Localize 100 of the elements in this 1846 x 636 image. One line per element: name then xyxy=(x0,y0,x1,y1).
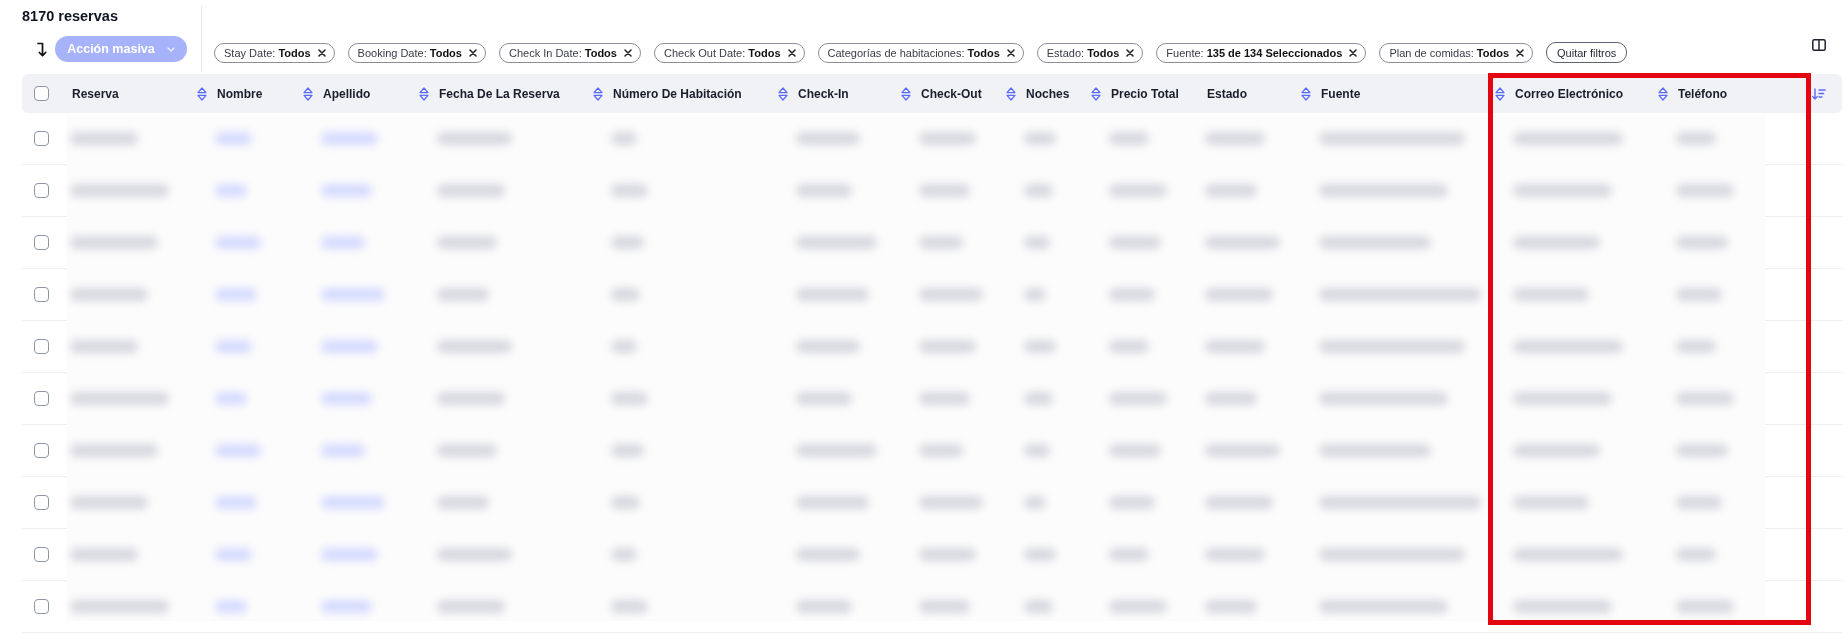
blurred-text xyxy=(437,392,505,405)
sort-list-icon[interactable] xyxy=(1812,87,1826,100)
row-checkbox[interactable] xyxy=(34,495,49,510)
close-icon[interactable] xyxy=(1349,48,1358,57)
blurred-text xyxy=(796,600,852,613)
column-header[interactable]: Número De Habitación xyxy=(613,74,798,113)
blurred-text xyxy=(215,132,252,145)
blurred-text xyxy=(611,132,637,145)
blurred-text xyxy=(1676,600,1734,613)
blurred-text xyxy=(215,236,261,249)
blurred-text xyxy=(437,444,497,457)
blurred-text xyxy=(611,340,637,353)
blurred-text xyxy=(1024,132,1056,145)
sort-icon[interactable] xyxy=(1301,86,1311,101)
blurred-text xyxy=(796,184,852,197)
blurred-text xyxy=(215,392,247,405)
close-icon[interactable] xyxy=(317,48,326,57)
blurred-text xyxy=(1109,288,1155,301)
row-checkbox[interactable] xyxy=(34,339,49,354)
row-checkbox[interactable] xyxy=(34,443,49,458)
column-header[interactable]: Fuente xyxy=(1321,74,1515,113)
clear-filters-button[interactable]: Quitar filtros xyxy=(1546,42,1628,63)
column-header[interactable]: Fecha De La Reserva xyxy=(439,74,613,113)
blurred-text xyxy=(919,548,976,561)
results-count: 8170 reservas xyxy=(22,7,119,26)
blurred-text xyxy=(919,340,976,353)
blurred-text xyxy=(1109,600,1167,613)
column-header[interactable]: Reserva xyxy=(72,74,217,113)
blurred-text xyxy=(1676,392,1734,405)
blurred-text xyxy=(1024,444,1050,457)
row-checkbox[interactable] xyxy=(34,547,49,562)
blurred-text xyxy=(1109,132,1149,145)
column-header[interactable]: Nombre xyxy=(217,74,323,113)
sort-icon[interactable] xyxy=(1091,86,1101,101)
row-checkbox[interactable] xyxy=(34,183,49,198)
close-icon[interactable] xyxy=(468,48,477,57)
blurred-text xyxy=(1109,496,1155,509)
blurred-text xyxy=(1109,236,1161,249)
row-checkbox[interactable] xyxy=(34,391,49,406)
row-checkbox[interactable] xyxy=(34,287,49,302)
blurred-text xyxy=(796,548,860,561)
blurred-text xyxy=(1205,340,1265,353)
close-icon[interactable] xyxy=(1126,48,1135,57)
blurred-text xyxy=(611,600,648,613)
blurred-text xyxy=(1205,132,1265,145)
blurred-text xyxy=(437,184,505,197)
row-checkbox[interactable] xyxy=(34,235,49,250)
blurred-text xyxy=(1024,548,1056,561)
sort-icon[interactable] xyxy=(778,86,788,101)
column-header[interactable]: Noches xyxy=(1026,74,1111,113)
blurred-text xyxy=(437,496,489,509)
column-header[interactable]: Apellido xyxy=(323,74,439,113)
blurred-text xyxy=(321,600,372,613)
blurred-text xyxy=(1024,340,1056,353)
blurred-text xyxy=(1205,392,1257,405)
blurred-text xyxy=(1676,288,1722,301)
column-header[interactable]: Check-In xyxy=(798,74,921,113)
columns-icon[interactable] xyxy=(1812,39,1826,51)
row-checkbox[interactable] xyxy=(34,599,49,614)
sort-icon[interactable] xyxy=(419,86,429,101)
blurred-text xyxy=(1109,444,1161,457)
close-icon[interactable] xyxy=(1516,48,1525,57)
close-icon[interactable] xyxy=(1006,48,1015,57)
column-header[interactable]: Estado xyxy=(1207,74,1321,113)
sort-icon[interactable] xyxy=(303,86,313,101)
blurred-text xyxy=(919,184,970,197)
blurred-text xyxy=(1676,340,1716,353)
blurred-text xyxy=(321,444,365,457)
blurred-text xyxy=(611,392,648,405)
blurred-text xyxy=(796,392,852,405)
blurred-text xyxy=(796,132,860,145)
blurred-text xyxy=(1109,392,1167,405)
blurred-text xyxy=(1109,340,1149,353)
sort-icon[interactable] xyxy=(1495,86,1505,101)
close-icon[interactable] xyxy=(787,48,796,57)
blurred-text xyxy=(1676,548,1716,561)
sort-icon[interactable] xyxy=(593,86,603,101)
blurred-text xyxy=(321,132,378,145)
sort-icon[interactable] xyxy=(1658,86,1668,101)
blurred-text xyxy=(1205,600,1257,613)
blurred-text xyxy=(321,184,372,197)
select-all-checkbox[interactable] xyxy=(34,86,49,101)
blurred-text xyxy=(1676,236,1728,249)
blurred-text xyxy=(1024,236,1050,249)
row-checkbox[interactable] xyxy=(34,131,49,146)
blurred-text xyxy=(919,496,983,509)
close-icon[interactable] xyxy=(623,48,632,57)
blurred-text xyxy=(437,288,489,301)
blurred-text xyxy=(215,288,257,301)
sort-icon[interactable] xyxy=(1006,86,1016,101)
arrow-down-icon[interactable] xyxy=(37,41,47,57)
column-header: Precio Total xyxy=(1111,74,1207,113)
blurred-text xyxy=(70,340,138,353)
blurred-text xyxy=(919,132,976,145)
blurred-text xyxy=(919,444,963,457)
column-header[interactable]: Check-Out xyxy=(921,74,1026,113)
blurred-text xyxy=(919,600,970,613)
blurred-text xyxy=(215,444,261,457)
sort-icon[interactable] xyxy=(197,86,207,101)
sort-icon[interactable] xyxy=(901,86,911,101)
